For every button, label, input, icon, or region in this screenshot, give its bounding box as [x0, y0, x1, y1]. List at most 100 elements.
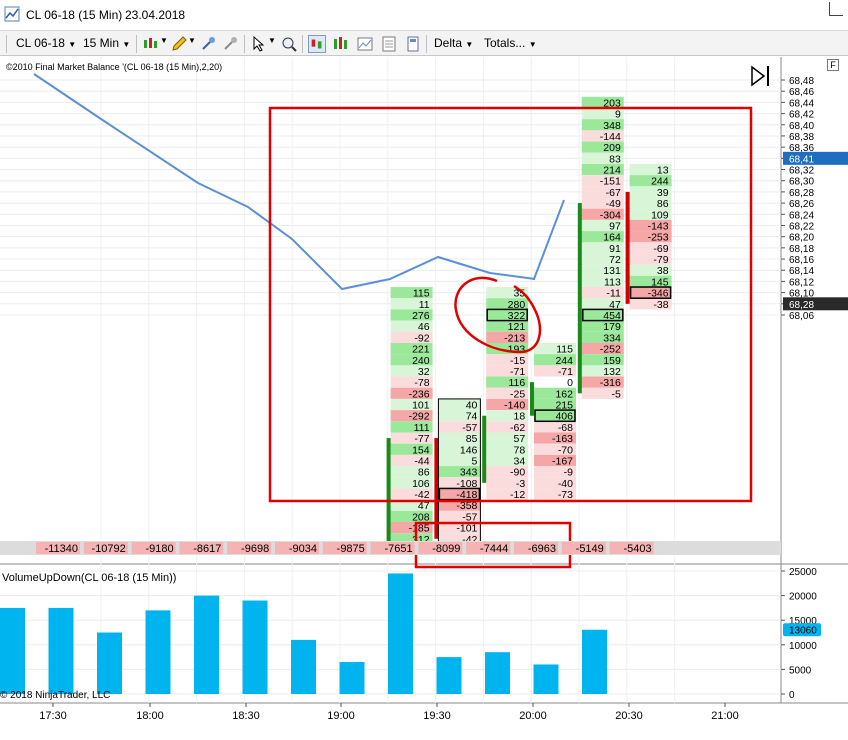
indicator-label: ©2010 Final Market Balance '(CL 06-18 (1…	[6, 62, 222, 72]
footprint-value: -252	[600, 344, 621, 356]
footprint-value: -12	[510, 489, 525, 501]
price-tick-label: 68,06	[789, 311, 814, 322]
totals-value: -9180	[145, 543, 173, 555]
volume-tick-label: 25000	[789, 567, 817, 578]
footprint-value: -71	[510, 366, 525, 378]
cursor-icon[interactable]	[250, 35, 268, 53]
add-indicator-icon[interactable]	[200, 35, 218, 53]
totals-value: -6963	[528, 543, 556, 555]
totals-value: -8099	[432, 543, 460, 555]
price-tick-label: 68,30	[789, 177, 814, 188]
footprint-value: 240	[412, 355, 430, 367]
bar-type-dropdown-icon[interactable]: ▼	[160, 36, 168, 45]
title-bar: CL 06-18 (15 Min) 23.04.2018	[0, 0, 848, 30]
volume-bar	[582, 629, 607, 694]
volume-bar	[533, 664, 559, 694]
time-tick-label: 20:00	[519, 710, 547, 722]
chart-style-icon[interactable]	[308, 35, 326, 53]
candles-icon[interactable]	[332, 35, 350, 53]
chart-svg[interactable]: 68,4868,4668,4468,4268,4068,3868,3668,34…	[0, 57, 848, 740]
volume-bar	[242, 600, 268, 694]
delta-mode-selector[interactable]: Delta ▼	[434, 36, 473, 50]
price-tick-label: 68,38	[789, 132, 814, 143]
instrument-selector[interactable]: CL 06-18 ▼	[16, 36, 76, 50]
dropdown-arrow-icon: ▼	[528, 40, 537, 49]
time-tick-label: 21:00	[711, 710, 739, 722]
price-tick-label: 68,48	[789, 76, 814, 87]
volume-tick-label: 20000	[789, 592, 817, 603]
footprint-value: 111	[414, 422, 430, 434]
footprint-value: 115	[413, 288, 430, 300]
minimize-icon[interactable]	[829, 2, 843, 16]
chart-area[interactable]: 68,4868,4668,4468,4268,4068,3868,3668,34…	[0, 57, 848, 740]
time-tick-label: 18:30	[232, 710, 260, 722]
footprint-value: 113	[604, 276, 621, 288]
footprint-value: 97	[609, 220, 621, 232]
bar-type-icon[interactable]	[142, 35, 160, 53]
price-tag-blue-label: 68,41	[789, 154, 814, 165]
totals-selector[interactable]: Totals... ▼	[484, 36, 537, 50]
footprint-value: 209	[603, 142, 621, 154]
footprint-value: 85	[466, 433, 478, 445]
totals-value: -9034	[289, 543, 317, 555]
cursor-dropdown-icon[interactable]: ▼	[268, 36, 276, 45]
volume-bar	[48, 607, 74, 694]
volume-bar	[145, 610, 171, 694]
footprint-value: 244	[555, 355, 573, 367]
delta-label: Delta	[434, 36, 463, 50]
template-icon[interactable]	[356, 35, 374, 53]
footprint-value: -71	[558, 366, 573, 378]
footprint-value: 83	[609, 153, 621, 165]
volume-bar	[436, 657, 462, 694]
dropdown-arrow-icon: ▼	[68, 40, 77, 49]
totals-value: -5403	[623, 543, 651, 555]
volume-bar	[0, 607, 25, 694]
f-key-badge[interactable]: F	[827, 59, 839, 71]
price-tick-label: 68,14	[789, 266, 814, 277]
price-tick-label: 68,28	[789, 188, 814, 199]
volume-panel-label: VolumeUpDown(CL 06-18 (15 Min))	[2, 572, 176, 584]
volume-bar	[485, 652, 510, 694]
footprint-value: -68	[558, 422, 573, 434]
volume-bar	[339, 662, 365, 694]
price-tick-label: 68,26	[789, 199, 814, 210]
footprint-value: -11	[606, 288, 621, 300]
price-tick-label: 68,40	[789, 121, 814, 132]
price-tick-label: 68,24	[789, 210, 814, 221]
footprint-value: 132	[603, 366, 621, 378]
dropdown-arrow-icon: ▼	[465, 40, 474, 49]
totals-value: -11340	[45, 543, 78, 555]
strategy-icon[interactable]	[222, 35, 240, 53]
totals-value: -9875	[337, 543, 365, 555]
footprint-value: 57	[514, 433, 526, 445]
footprint-value: -73	[558, 489, 573, 501]
footprint-value: -143	[648, 220, 669, 232]
volume-bar	[291, 639, 316, 694]
time-tick-label: 19:00	[327, 710, 355, 722]
zoom-icon[interactable]	[280, 35, 298, 53]
volume-tick-label: 5000	[789, 665, 812, 676]
price-tick-label: 68,18	[789, 244, 814, 255]
price-tick-label: 68,16	[789, 255, 814, 266]
footprint-value: -77	[414, 433, 429, 445]
footprint-value: -62	[510, 422, 525, 434]
price-tick-label: 68,22	[789, 221, 814, 232]
footprint-value: -163	[552, 433, 573, 445]
volume-tag-label: 13060	[789, 626, 817, 637]
window-date: 23.04.2018	[125, 8, 186, 22]
totals-value: -5149	[576, 543, 604, 555]
interval-selector[interactable]: 15 Min ▼	[83, 36, 130, 50]
footprint-value: 115	[556, 344, 573, 356]
footprint-value: 109	[651, 209, 669, 221]
properties-icon[interactable]	[404, 35, 422, 53]
pencil-icon[interactable]	[170, 35, 188, 53]
pencil-dropdown-icon[interactable]: ▼	[188, 36, 196, 45]
totals-value: -8617	[193, 543, 221, 555]
time-tick-label: 20:30	[615, 710, 643, 722]
footprint-value: -42	[414, 489, 429, 501]
price-tick-label: 68,32	[789, 166, 814, 177]
time-tick-label: 19:30	[423, 710, 451, 722]
price-tag-current-label: 68,28	[789, 300, 814, 311]
chart-toolbar: CL 06-18 ▼ 15 Min ▼ ▼ ▼ ▼ Delta ▼ Totals…	[0, 30, 848, 56]
data-box-icon[interactable]	[380, 35, 398, 53]
